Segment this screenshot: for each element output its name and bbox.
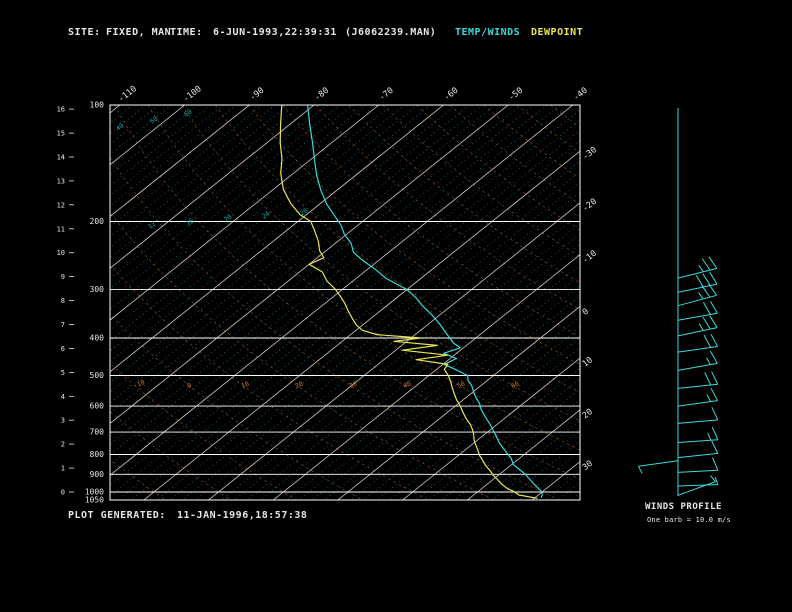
svg-text:200: 200 bbox=[90, 217, 105, 226]
svg-text:16: 16 bbox=[57, 106, 65, 114]
wind-barb bbox=[677, 333, 719, 353]
wind-barb bbox=[637, 460, 679, 474]
svg-text:28: 28 bbox=[298, 206, 309, 217]
wind-barb bbox=[677, 440, 719, 459]
svg-text:30: 30 bbox=[581, 459, 595, 473]
svg-text:-70: -70 bbox=[377, 86, 395, 103]
svg-text:7: 7 bbox=[61, 321, 65, 329]
dry-adiabat-lines bbox=[110, 105, 580, 500]
svg-text:40: 40 bbox=[402, 380, 412, 391]
svg-text:20: 20 bbox=[581, 407, 595, 421]
svg-text:-30: -30 bbox=[581, 145, 599, 162]
svg-text:8: 8 bbox=[61, 297, 65, 305]
svg-text:300: 300 bbox=[90, 285, 105, 294]
svg-text:60: 60 bbox=[182, 107, 193, 118]
svg-text:800: 800 bbox=[90, 450, 105, 459]
svg-text:2: 2 bbox=[61, 441, 65, 449]
svg-text:500: 500 bbox=[90, 371, 105, 380]
svg-text:3: 3 bbox=[61, 417, 65, 425]
svg-text:-10: -10 bbox=[132, 378, 146, 390]
wind-barb bbox=[677, 315, 718, 337]
svg-text:0: 0 bbox=[581, 307, 591, 318]
svg-text:14: 14 bbox=[57, 154, 65, 162]
svg-text:900: 900 bbox=[90, 470, 105, 479]
svg-text:5: 5 bbox=[61, 369, 65, 377]
minor-isotherm-lines bbox=[110, 105, 580, 500]
svg-text:1: 1 bbox=[61, 465, 65, 473]
svg-text:10: 10 bbox=[240, 380, 250, 391]
isotherm-right-labels: -30 -20 -10 0 10 20 30 bbox=[581, 145, 599, 473]
svg-text:9: 9 bbox=[61, 273, 65, 281]
svg-text:11: 11 bbox=[57, 225, 65, 233]
svg-text:600: 600 bbox=[90, 402, 105, 411]
svg-text:700: 700 bbox=[90, 428, 105, 437]
wind-barb bbox=[677, 407, 719, 424]
svg-text:1050: 1050 bbox=[85, 496, 104, 505]
svg-text:-110: -110 bbox=[117, 84, 139, 104]
svg-text:12: 12 bbox=[57, 201, 65, 209]
svg-text:-40: -40 bbox=[572, 86, 590, 103]
wind-barb bbox=[677, 387, 719, 407]
svg-text:-50: -50 bbox=[507, 86, 525, 103]
svg-text:100: 100 bbox=[90, 101, 105, 110]
wind-barb bbox=[677, 477, 719, 487]
pressure-tick-labels: 10020030040050060070080090010001050 bbox=[85, 101, 104, 505]
isotherm-lines bbox=[110, 105, 580, 500]
svg-text:0: 0 bbox=[186, 381, 193, 390]
winds-profile bbox=[637, 108, 719, 496]
svg-text:0: 0 bbox=[61, 489, 65, 497]
svg-text:13: 13 bbox=[57, 177, 65, 185]
svg-text:-80: -80 bbox=[313, 86, 331, 103]
svg-text:-20: -20 bbox=[581, 197, 599, 214]
svg-text:10: 10 bbox=[57, 249, 65, 257]
svg-text:-60: -60 bbox=[442, 86, 460, 103]
wind-barb bbox=[677, 351, 718, 371]
svg-text:16: 16 bbox=[184, 216, 195, 227]
svg-text:50: 50 bbox=[456, 380, 466, 391]
wind-barb bbox=[677, 457, 719, 473]
plot-generated-label: PLOT GENERATED: bbox=[68, 510, 166, 521]
svg-text:-100: -100 bbox=[181, 84, 203, 104]
wind-barb bbox=[677, 426, 719, 443]
winds-profile-subtitle: One barb = 10.0 m/s bbox=[647, 516, 731, 524]
isotherm-top-labels: -110 -100 -90 -80 -70 -60 -50 -40 bbox=[117, 84, 590, 104]
svg-text:20: 20 bbox=[294, 380, 304, 391]
height-scale: 012345678910111213141516 bbox=[57, 106, 74, 497]
svg-text:4: 4 bbox=[61, 393, 65, 401]
svg-text:40: 40 bbox=[114, 121, 125, 132]
svg-text:15: 15 bbox=[57, 130, 65, 138]
svg-text:6: 6 bbox=[61, 345, 65, 353]
svg-text:10: 10 bbox=[581, 355, 595, 369]
winds-profile-title: WINDS PROFILE bbox=[645, 502, 722, 512]
plot-generated-value: 11-JAN-1996,18:57:38 bbox=[177, 510, 308, 521]
wind-barb bbox=[677, 271, 718, 293]
svg-text:-90: -90 bbox=[248, 86, 266, 103]
svg-text:400: 400 bbox=[90, 334, 105, 343]
skewt-plot-window: SITE: FIXED, MAN TIME: 6-JUN-1993,22:39:… bbox=[0, 0, 792, 612]
svg-text:-10: -10 bbox=[581, 249, 599, 266]
wind-barb bbox=[677, 371, 719, 389]
